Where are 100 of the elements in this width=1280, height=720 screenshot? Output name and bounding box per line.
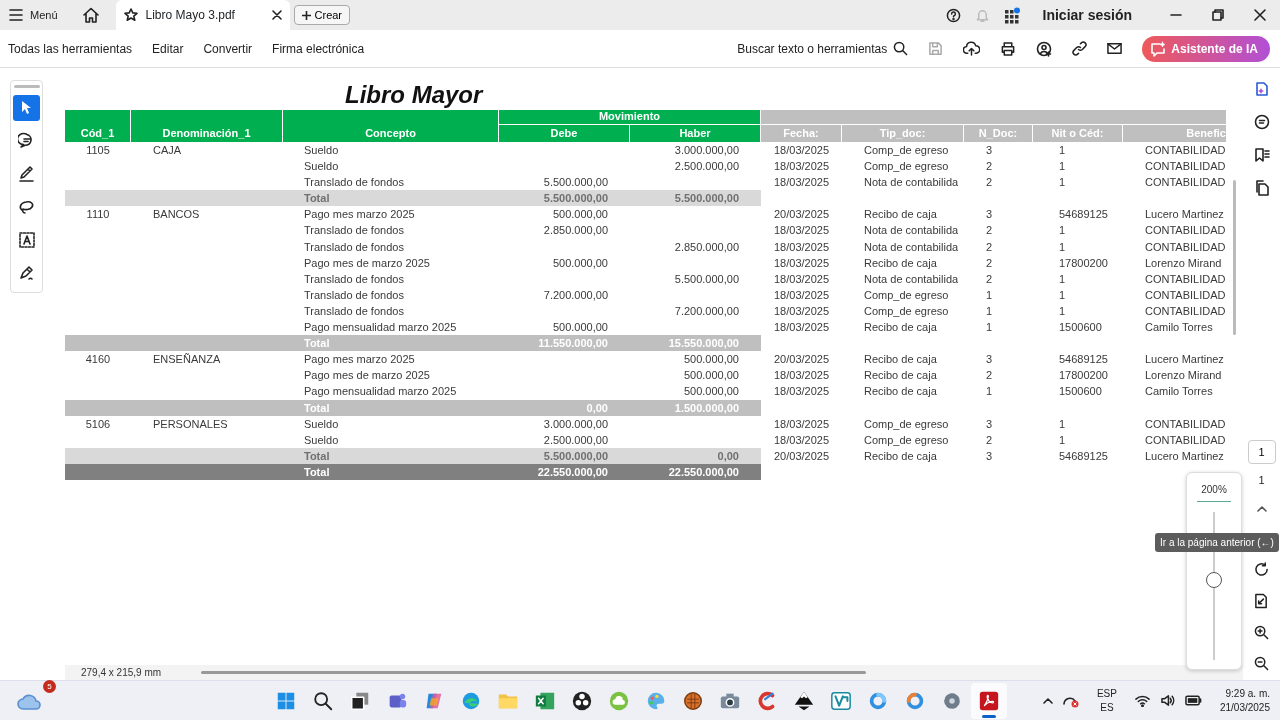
- table-cell-text: 5.500.000,00: [542, 448, 609, 464]
- table-cell-text: 3: [985, 448, 994, 464]
- wifi-icon[interactable]: [1134, 694, 1150, 707]
- chevron-up-icon[interactable]: [1256, 504, 1267, 512]
- sparkle-document-icon[interactable]: [1253, 81, 1270, 97]
- table-cell-text: CONTABILIDAD: [1144, 271, 1227, 287]
- table-cell-text: 500.000,00: [682, 384, 740, 400]
- table-cell-text: 1: [1058, 303, 1067, 319]
- table-cell-text: CONTABILIDAD: [1144, 239, 1227, 255]
- table-cell-text: Nota de contabilida: [863, 239, 960, 255]
- scrollbar-thumb[interactable]: [1233, 180, 1236, 335]
- text-select-icon: [17, 231, 36, 249]
- table-cell-text: 18/03/2025: [773, 143, 831, 158]
- table-cell-text: ENSEÑANZA: [152, 352, 222, 368]
- table-cell-text: 20/03/2025: [773, 207, 831, 223]
- menu-item[interactable]: Firma electrónica: [272, 39, 365, 58]
- pen-icon: [17, 165, 36, 183]
- table-cell-text: 18/03/2025: [773, 239, 831, 255]
- rotate-icon[interactable]: [1254, 561, 1269, 577]
- table-cell-text: 1: [1058, 143, 1067, 158]
- notification-badge: 5: [43, 679, 56, 693]
- create-button[interactable]: Crear: [293, 5, 351, 25]
- zoom-out-icon[interactable]: [1254, 655, 1269, 671]
- aperture-icon: [571, 689, 593, 712]
- column-header: N_Doc:: [964, 125, 1033, 142]
- table-cell-text: 2: [985, 159, 994, 175]
- table-cell-text: 500.000,00: [682, 368, 740, 384]
- search-icon: [312, 689, 334, 712]
- column-header: Debe: [499, 125, 630, 142]
- table-cell-text: 1: [1058, 159, 1067, 175]
- fit-page-icon[interactable]: [1254, 592, 1269, 609]
- chevron-up-icon[interactable]: [1042, 697, 1053, 704]
- menu-item[interactable]: Todas las herramientas: [8, 39, 133, 58]
- table-cell-text: 18/03/2025: [773, 271, 831, 287]
- comment-icon[interactable]: [1253, 114, 1270, 130]
- ai-assistant-button[interactable]: Asistente de IA: [1142, 35, 1270, 62]
- table-cell-text: Recibo de caja: [863, 207, 938, 223]
- table-cell-text: Pago mes marzo 2025: [303, 207, 416, 223]
- lasso-icon: [17, 198, 36, 216]
- table-cell-text: 1500600: [1058, 384, 1103, 400]
- link-icon[interactable]: [1072, 41, 1088, 56]
- close-icon[interactable]: [271, 10, 282, 20]
- table-cell-text: 1: [1058, 432, 1067, 448]
- restore-icon[interactable]: [1212, 9, 1224, 21]
- table-cell-text: 7.200.000,00: [673, 303, 740, 319]
- table-cell-text: 500.000,00: [551, 207, 609, 223]
- menu-item[interactable]: Editar: [152, 39, 184, 58]
- speaker-icon[interactable]: [1159, 694, 1175, 707]
- mail-icon[interactable]: [1107, 42, 1123, 55]
- document-icon: [978, 689, 1000, 712]
- page-number-field[interactable]: 1: [1247, 440, 1276, 464]
- home-icon[interactable]: [81, 6, 100, 24]
- zoom-value[interactable]: 200%: [1197, 482, 1231, 502]
- menu-icon: [8, 8, 24, 22]
- table-cell-text: Translado de fondos: [303, 175, 405, 191]
- table-cell-text: 2.850.000,00: [673, 239, 740, 255]
- table-cell-text: 54689125: [1058, 448, 1109, 464]
- table-cell-text: 2: [985, 223, 994, 239]
- pages-icon[interactable]: [1253, 180, 1270, 196]
- document-title: Libro Mayor: [345, 80, 483, 110]
- menu-item[interactable]: Convertir: [203, 39, 253, 58]
- table-cell-text: 1: [985, 287, 994, 303]
- table-cell-text: 5.500.000,00: [542, 175, 609, 191]
- table-cell-text: 54689125: [1058, 207, 1109, 223]
- table-cell-text: 3.000.000,00: [542, 416, 609, 432]
- help-icon[interactable]: [945, 7, 961, 23]
- tooltip: Ir a la página anterior (←): [1155, 533, 1279, 552]
- language-label[interactable]: ESP: [1096, 686, 1117, 701]
- menu-button[interactable]: Menú: [8, 6, 58, 24]
- table-cell-text: 4160: [84, 352, 112, 368]
- search-tools-button[interactable]: Buscar texto o herramientas: [737, 39, 909, 58]
- table-cell-text: CONTABILIDAD: [1144, 175, 1227, 191]
- table-cell-text: 500.000,00: [682, 352, 740, 368]
- clock-time[interactable]: 9:29 a. m.: [1225, 686, 1270, 701]
- document-tab[interactable]: Libro Mayo 3.pdf: [115, 0, 290, 30]
- keyboard-layout-label[interactable]: ES: [1100, 700, 1114, 715]
- table-cell-text: 18/03/2025: [773, 223, 831, 239]
- bookmark-icon[interactable]: [1253, 147, 1270, 163]
- table-cell-text: Comp_de egreso: [863, 287, 950, 303]
- plus-icon: [301, 10, 311, 20]
- printer-icon[interactable]: [1000, 41, 1017, 56]
- sign-in-button[interactable]: Iniciar sesión: [1042, 4, 1132, 26]
- share-user-icon[interactable]: [1036, 40, 1053, 57]
- upload-icon[interactable]: [963, 41, 981, 56]
- star-icon[interactable]: [123, 8, 138, 22]
- slider-thumb[interactable]: [1206, 572, 1222, 589]
- close-icon[interactable]: [1254, 9, 1266, 21]
- table-cell-text: 1105: [85, 143, 111, 158]
- table-cell-text: CAJA: [152, 143, 183, 158]
- scrollbar-thumb[interactable]: [201, 671, 867, 674]
- battery-icon[interactable]: [1184, 695, 1202, 706]
- table-cell-text: Translado de fondos: [303, 271, 405, 287]
- apps-grid-icon[interactable]: [1003, 6, 1021, 24]
- table-cell-text: Pago mes marzo 2025: [303, 352, 416, 368]
- table-cell-text: 7.200.000,00: [542, 287, 609, 303]
- zoom-in-icon[interactable]: [1254, 624, 1269, 640]
- column-header: Tip_doc:: [842, 125, 964, 142]
- table-cell-text: 20/03/2025: [773, 448, 831, 464]
- table-cell-text: Pago mes de marzo 2025: [303, 255, 431, 271]
- clock-date[interactable]: 21/03/2025: [1219, 700, 1270, 715]
